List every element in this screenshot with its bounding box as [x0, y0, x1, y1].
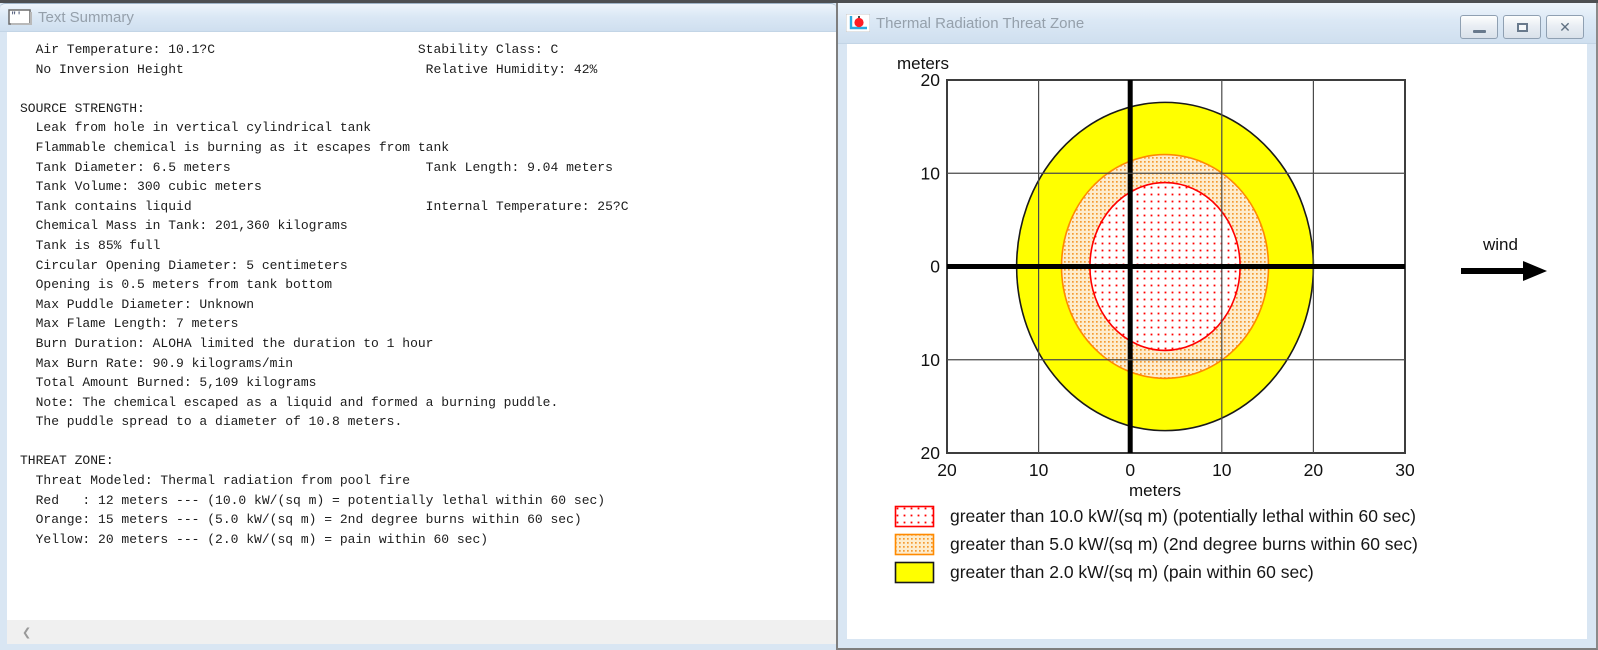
y-tick-label: 10 [921, 350, 941, 370]
legend-label: greater than 2.0 kW/(sq m) (pain within … [950, 562, 1314, 582]
wind-indicator: wind [1461, 235, 1547, 281]
svg-text:"': "' [11, 11, 22, 21]
y-tick-label: 0 [930, 257, 940, 277]
screen-top-edge [0, 0, 1598, 3]
maximize-button[interactable] [1503, 15, 1541, 39]
y-tick-label: 20 [921, 70, 941, 90]
legend-item-orange: greater than 5.0 kW/(sq m) (2nd degree b… [894, 533, 1418, 556]
desktop-screen: "' Text Summary Air Temperature: 10.1?C … [0, 0, 1598, 650]
window-title: Text Summary [38, 9, 134, 26]
threat-zone-legend: greater than 10.0 kW/(sq m) (potentially… [894, 505, 1418, 584]
x-tick-label: 20 [937, 460, 957, 480]
red-zone-swatch [894, 505, 935, 528]
threat-zone-window: Thermal Radiation Threat Zone ✕ meters 2… [836, 3, 1598, 650]
threat-plot-icon [846, 14, 870, 32]
y-tick-label: 10 [921, 163, 941, 183]
minimize-button[interactable] [1460, 15, 1498, 39]
minimize-icon [1472, 30, 1486, 33]
legend-label: greater than 10.0 kW/(sq m) (potentially… [950, 506, 1416, 526]
x-tick-label: 10 [1029, 460, 1049, 480]
legend-label: greater than 5.0 kW/(sq m) (2nd degree b… [950, 534, 1418, 554]
restore-icon [1516, 22, 1528, 32]
threat-zone-titlebar[interactable]: Thermal Radiation Threat Zone ✕ [838, 3, 1596, 44]
y-tick-label: 20 [921, 443, 941, 463]
x-tick-label: 20 [1304, 460, 1324, 480]
text-summary-window: "' Text Summary Air Temperature: 10.1?C … [0, 3, 836, 650]
window-controls: ✕ [1460, 15, 1584, 39]
text-summary-titlebar[interactable]: "' Text Summary [0, 3, 836, 32]
x-tick-label: 0 [1125, 460, 1135, 480]
summary-text: Air Temperature: 10.1?C Stability Class:… [20, 42, 629, 547]
window-title: Thermal Radiation Threat Zone [876, 14, 1085, 32]
legend-item-red: greater than 10.0 kW/(sq m) (potentially… [894, 505, 1418, 528]
text-summary-icon: "' [8, 9, 32, 25]
text-summary-content: Air Temperature: 10.1?C Stability Class:… [7, 32, 836, 623]
legend-item-yellow: greater than 2.0 kW/(sq m) (pain within … [894, 561, 1418, 584]
x-tick-label: 10 [1212, 460, 1232, 480]
x-axis-title: meters [1129, 481, 1181, 500]
x-tick-label: 30 [1395, 460, 1415, 480]
close-icon: ✕ [1559, 19, 1571, 35]
horizontal-scrollbar[interactable]: ❮ [7, 620, 836, 644]
threat-zone-content: meters 20 10 0 10 20 30 20 10 0 10 20 meters wind … [847, 44, 1587, 639]
yellow-zone-swatch [894, 561, 935, 584]
window-frame-bottom [0, 644, 836, 650]
wind-label: wind [1482, 235, 1518, 254]
orange-zone-swatch [894, 533, 935, 556]
wind-arrow-head [1523, 261, 1547, 281]
scroll-left-icon[interactable]: ❮ [22, 626, 31, 639]
close-button[interactable]: ✕ [1546, 15, 1584, 39]
